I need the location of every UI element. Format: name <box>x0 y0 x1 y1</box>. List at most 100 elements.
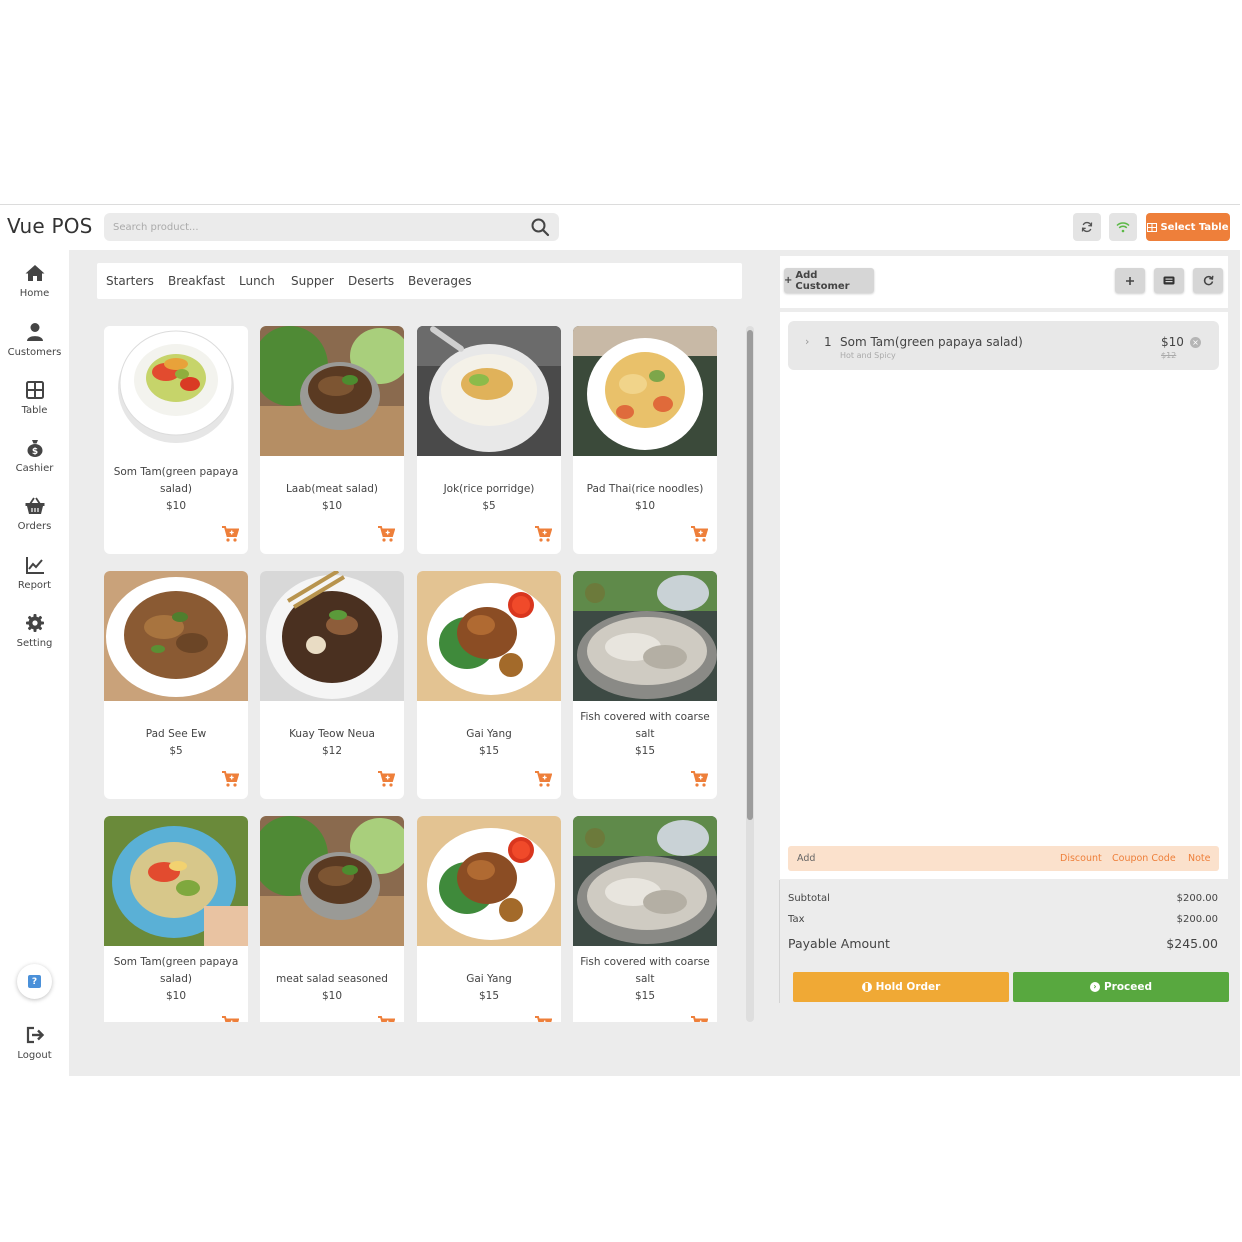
money-bag-icon: $ <box>27 440 42 457</box>
product-price: $5 <box>482 500 496 512</box>
hold-order-button[interactable]: ❚ Hold Order <box>793 972 1009 1002</box>
add-to-cart-icon[interactable] <box>377 525 395 543</box>
sidebar-item-setting[interactable]: Setting <box>0 612 69 664</box>
add-action[interactable]: Add <box>797 853 815 864</box>
product-price: $10 <box>165 500 187 512</box>
tab-breakfast[interactable]: Breakfast <box>168 274 225 288</box>
category-tabs: Starters Breakfast Lunch Supper Deserts … <box>97 263 742 299</box>
product-card[interactable]: Laab(meat salad) $10 <box>260 326 404 554</box>
note-link[interactable]: Note <box>1188 853 1211 864</box>
add-to-cart-icon[interactable] <box>534 770 552 788</box>
product-image <box>417 571 561 701</box>
logout-button[interactable]: Logout <box>0 1024 69 1076</box>
sidebar-item-report[interactable]: Report <box>0 554 69 606</box>
product-price: $10 <box>321 990 343 1002</box>
tab-beverages[interactable]: Beverages <box>408 274 472 288</box>
proceed-label: Proceed <box>1103 981 1153 993</box>
product-price: $15 <box>634 990 656 1002</box>
product-name-line: salt <box>635 973 655 985</box>
sidebar-item-label: Home <box>19 288 50 299</box>
chevron-right-icon[interactable]: › <box>805 335 809 348</box>
product-card[interactable]: Fish covered with coarse salt $15 <box>573 816 717 1022</box>
help-button[interactable]: ? <box>17 964 52 999</box>
product-name: Gai Yang $15 <box>421 726 557 760</box>
table-icon <box>25 381 44 399</box>
discount-link[interactable]: Discount <box>1060 853 1102 864</box>
search-icon[interactable] <box>530 217 550 237</box>
add-to-cart-icon[interactable] <box>377 1015 395 1022</box>
product-card[interactable]: Som Tam(green papaya salad) $10 <box>104 326 248 554</box>
select-table-button[interactable]: Select Table <box>1146 213 1230 241</box>
wifi-icon <box>1116 222 1130 233</box>
keyboard-icon <box>1163 276 1175 285</box>
tab-deserts[interactable]: Deserts <box>348 274 394 288</box>
order-line-item[interactable]: › 1 Som Tam(green papaya salad) Hot and … <box>788 321 1219 370</box>
add-to-cart-icon[interactable] <box>690 525 708 543</box>
add-to-cart-icon[interactable] <box>534 1015 552 1022</box>
tab-starters[interactable]: Starters <box>106 274 154 288</box>
product-grid: Som Tam(green papaya salad) $10 Laab(mea… <box>97 319 757 1022</box>
product-card[interactable]: meat salad seasoned $10 <box>260 816 404 1022</box>
keyboard-button[interactable] <box>1154 268 1184 293</box>
product-name: Pad Thai(rice noodles) $10 <box>577 481 713 515</box>
product-image <box>104 816 248 946</box>
sidebar-item-table[interactable]: Table <box>0 379 69 431</box>
product-price: $5 <box>169 745 183 757</box>
product-card[interactable]: Gai Yang $15 <box>417 816 561 1022</box>
tab-lunch[interactable]: Lunch <box>239 274 275 288</box>
product-image <box>573 571 717 701</box>
scrollbar-thumb[interactable] <box>747 330 753 820</box>
basket-icon <box>25 497 44 514</box>
product-name-line: Pad Thai(rice noodles) <box>586 483 704 495</box>
product-image <box>260 816 404 946</box>
product-card[interactable]: Gai Yang $15 <box>417 571 561 799</box>
product-image <box>573 816 717 946</box>
tax-label: Tax <box>788 914 805 925</box>
select-table-label: Select Table <box>1160 221 1229 233</box>
add-to-cart-icon[interactable] <box>690 770 708 788</box>
subtotal-label: Subtotal <box>788 893 830 904</box>
add-to-cart-icon[interactable] <box>690 1015 708 1022</box>
remove-item-icon[interactable]: × <box>1190 337 1201 348</box>
sidebar-item-cashier[interactable]: $ Cashier <box>0 437 69 489</box>
product-card[interactable]: Fish covered with coarse salt $15 <box>573 571 717 799</box>
sidebar-item-orders[interactable]: Orders <box>0 495 69 547</box>
product-card[interactable]: Pad See Ew $5 <box>104 571 248 799</box>
product-price: $10 <box>321 500 343 512</box>
add-item-button[interactable] <box>1115 268 1145 293</box>
add-to-cart-icon[interactable] <box>221 1015 239 1022</box>
product-name-line: Som Tam(green papaya <box>113 466 239 478</box>
proceed-button[interactable]: › Proceed <box>1013 972 1229 1002</box>
search-bar <box>104 213 559 241</box>
product-scrollbar[interactable] <box>746 326 754 1022</box>
product-name-line: salt <box>635 728 655 740</box>
sync-button[interactable] <box>1073 213 1101 241</box>
sidebar-item-customers[interactable]: Customers <box>0 321 69 373</box>
product-card[interactable]: Som Tam(green papaya salad) $10 <box>104 816 248 1022</box>
tab-supper[interactable]: Supper <box>291 274 334 288</box>
product-name-line: Pad See Ew <box>145 728 207 740</box>
add-customer-button[interactable]: + Add Customer <box>784 268 874 293</box>
wifi-status-button[interactable] <box>1109 213 1137 241</box>
arrow-circle-icon: › <box>1089 982 1100 992</box>
product-name-line: Jok(rice porridge) <box>443 483 535 495</box>
product-name: Kuay Teow Neua $12 <box>264 726 400 760</box>
product-card[interactable]: Jok(rice porridge) $5 <box>417 326 561 554</box>
product-card[interactable]: Kuay Teow Neua $12 <box>260 571 404 799</box>
coupon-code-link[interactable]: Coupon Code <box>1112 853 1176 864</box>
logout-label: Logout <box>17 1050 52 1061</box>
sidebar-item-home[interactable]: Home <box>0 262 69 314</box>
add-to-cart-icon[interactable] <box>221 770 239 788</box>
search-input[interactable] <box>104 213 524 241</box>
user-icon <box>26 323 43 341</box>
add-to-cart-icon[interactable] <box>534 525 552 543</box>
add-to-cart-icon[interactable] <box>377 770 395 788</box>
add-to-cart-icon[interactable] <box>221 525 239 543</box>
reset-button[interactable] <box>1193 268 1223 293</box>
order-header: + Add Customer <box>780 256 1228 308</box>
subtotal-value: $200.00 <box>1176 893 1218 904</box>
app-title: Vue POS <box>7 214 93 238</box>
product-card[interactable]: Pad Thai(rice noodles) $10 <box>573 326 717 554</box>
product-image <box>573 326 717 456</box>
table-icon <box>1147 222 1158 232</box>
